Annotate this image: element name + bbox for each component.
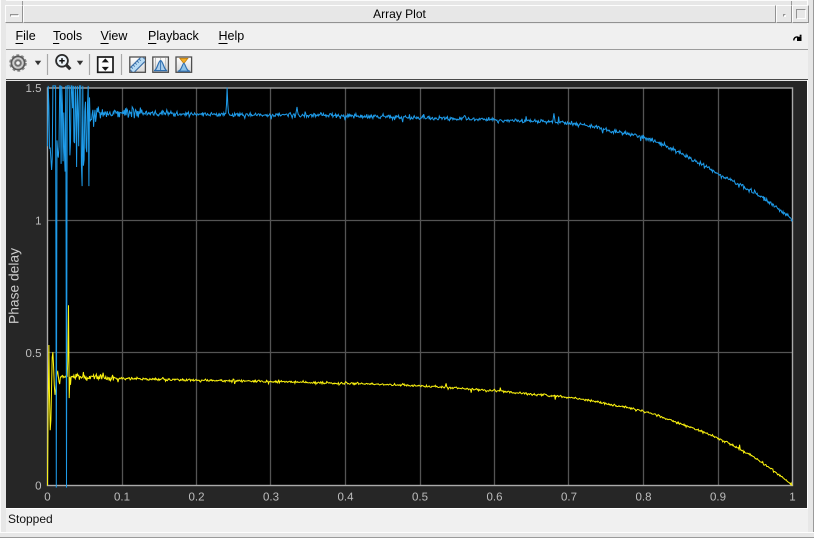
svg-text:0.7: 0.7 bbox=[561, 492, 577, 504]
svg-text:0.6: 0.6 bbox=[487, 492, 503, 504]
svg-text:0.2: 0.2 bbox=[189, 492, 205, 504]
svg-text:0.5: 0.5 bbox=[26, 348, 42, 360]
svg-text:0.4: 0.4 bbox=[338, 492, 355, 504]
svg-text:0: 0 bbox=[35, 481, 41, 493]
svg-text:0.9: 0.9 bbox=[710, 492, 726, 504]
svg-text:Phase delay: Phase delay bbox=[7, 248, 22, 324]
svg-text:1: 1 bbox=[35, 216, 41, 228]
svg-text:0.1: 0.1 bbox=[114, 492, 130, 504]
svg-text:0.8: 0.8 bbox=[636, 492, 652, 504]
svg-text:1.5: 1.5 bbox=[26, 83, 42, 95]
svg-text:0.5: 0.5 bbox=[412, 492, 428, 504]
svg-text:1: 1 bbox=[789, 492, 795, 504]
svg-text:0: 0 bbox=[44, 492, 50, 504]
svg-text:0.3: 0.3 bbox=[263, 492, 279, 504]
